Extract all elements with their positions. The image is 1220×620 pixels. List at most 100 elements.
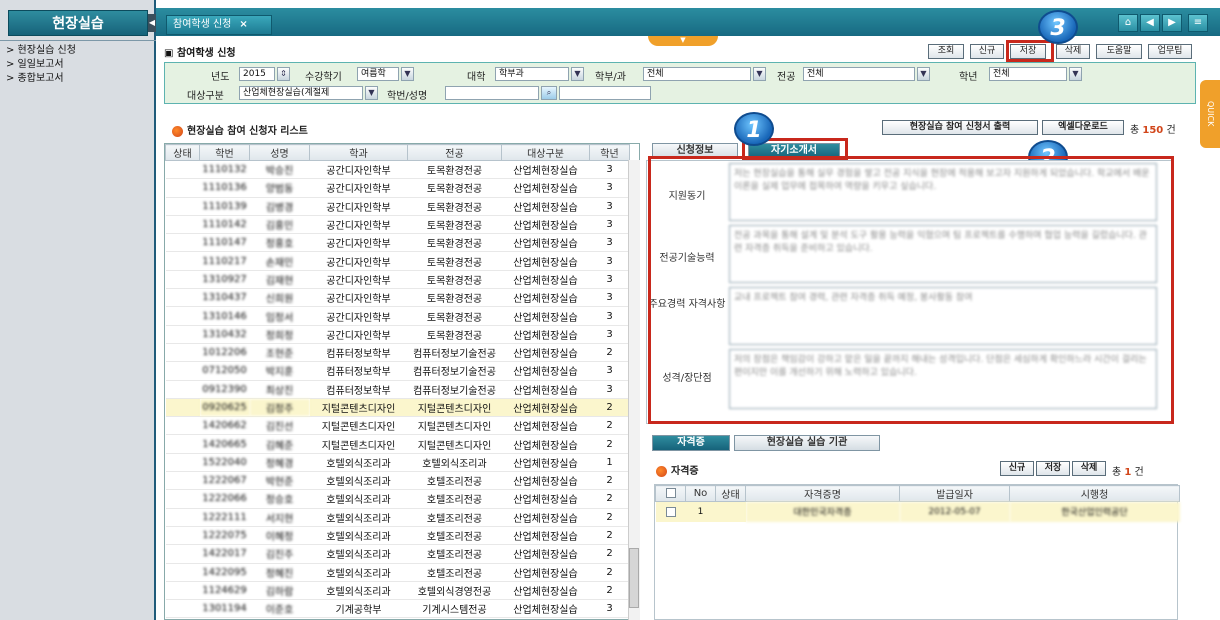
table-cell: 1222067 — [199, 471, 250, 491]
collapse-nav-button[interactable]: ◀ — [148, 14, 156, 32]
table-row[interactable]: 1301194 이준호 기계공학부 기계시스템전공 산업체현장실습 3 — [165, 599, 630, 619]
year-spinner[interactable]: ⇕ — [277, 67, 290, 81]
table-row[interactable]: 1124629 김하람 호텔외식조리과 호텔외식경영전공 산업체현장실습 2 — [165, 581, 630, 601]
year-input[interactable]: 2015 — [239, 67, 275, 81]
college-select[interactable]: 학부과 — [495, 67, 569, 81]
tab-training-org[interactable]: 현장실습 실습 기관 — [734, 435, 880, 451]
dept-dropdown-icon[interactable]: ▼ — [753, 67, 766, 81]
table-row[interactable]: 1310146 임정서 공간디자인학부 토목환경전공 산업체현장실습 3 — [165, 306, 630, 326]
table-row[interactable]: 1110147 정홍호 공간디자인학부 토목환경전공 산업체현장실습 3 — [165, 233, 630, 253]
table-row[interactable]: 1222075 이혜정 호텔외식조리과 호텔조리전공 산업체현장실습 2 — [165, 526, 630, 546]
list-total: 총 150 건 — [1130, 121, 1176, 136]
nav-item-daily-report[interactable]: > 일일보고서 — [6, 58, 76, 72]
semester-select[interactable]: 여름학 — [357, 67, 399, 81]
select-all-checkbox[interactable] — [665, 488, 676, 498]
table-row[interactable]: 1422095 정혜진 호텔외식조리과 호텔조리전공 산업체현장실습 2 — [165, 563, 630, 582]
cert-delete-button[interactable]: 삭제 — [1072, 461, 1106, 476]
menu-icon[interactable]: ≡ — [1188, 14, 1208, 32]
list-col-header[interactable]: 학과 — [309, 144, 408, 161]
quick-menu-tab[interactable]: QUICK — [1200, 80, 1220, 148]
cert-col-header[interactable]: 시행청 — [1009, 485, 1180, 502]
table-cell: 산업체현장실습 — [501, 288, 590, 308]
help-button[interactable]: 도움말 — [1096, 44, 1142, 59]
close-tab-icon[interactable]: × — [239, 19, 247, 30]
table-cell — [165, 233, 200, 253]
prev-arrow-icon[interactable]: ◀ — [1140, 14, 1160, 32]
delete-button[interactable]: 삭제 — [1056, 44, 1090, 59]
student-name-input[interactable] — [559, 86, 651, 100]
cert-col-header[interactable]: No — [685, 485, 716, 502]
table-row[interactable]: 1 대한민국자격증 2012-05-07 한국산업인력공단 — [655, 501, 1180, 522]
print-application-button[interactable]: 현장실습 참여 신청서 출력 — [882, 120, 1038, 135]
grade-select[interactable]: 전체 — [989, 67, 1067, 81]
list-col-header[interactable]: 전공 — [407, 144, 502, 161]
list-col-header[interactable]: 성명 — [249, 144, 310, 161]
student-input[interactable] — [445, 86, 539, 100]
table-row[interactable]: 0712050 박지훈 컴퓨터정보학부 컴퓨터정보기술전공 산업체현장실습 3 — [165, 361, 630, 381]
tips-button[interactable]: 업무팁 — [1148, 44, 1192, 59]
table-row[interactable]: 1420662 김진선 지털콘텐츠디자인 지털콘텐츠디자인 산업체현장실습 2 — [165, 416, 630, 436]
expand-handle[interactable]: ▼ — [648, 36, 718, 46]
table-cell: 컴퓨터정보기술전공 — [407, 361, 502, 381]
dept-label: 학부/과 — [595, 72, 626, 83]
target-select[interactable]: 산업체현장실습(계절제 — [239, 86, 363, 100]
table-row[interactable]: 1420665 김혜준 지털콘텐츠디자인 지털콘텐츠디자인 산업체현장실습 2 — [165, 434, 630, 454]
table-row[interactable]: 0920625 김정주 지털콘텐츠디자인 지털콘텐츠디자인 산업체현장실습 2 — [165, 398, 630, 418]
table-row[interactable]: 1222067 박현준 호텔외식조리과 호텔조리전공 산업체현장실습 2 — [165, 471, 630, 491]
table-row[interactable]: 1522040 정혜경 호텔외식조리과 호텔외식조리과 산업체현장실습 1 — [165, 453, 630, 473]
table-row[interactable]: 1110139 김병경 공간디자인학부 토목환경전공 산업체현장실습 3 — [165, 197, 630, 216]
table-cell — [165, 416, 200, 436]
table-row[interactable]: 1110142 김홍민 공간디자인학부 토목환경전공 산업체현장실습 3 — [165, 215, 630, 235]
excel-download-button[interactable]: 엑셀다운로드 — [1042, 120, 1124, 135]
major-select[interactable]: 전체 — [803, 67, 915, 81]
table-cell — [165, 361, 200, 381]
dept-select[interactable]: 전체 — [643, 67, 751, 81]
section-bullet-icon — [656, 465, 667, 477]
cert-new-button[interactable]: 신규 — [1000, 461, 1034, 476]
table-row[interactable]: 1012206 조현준 컴퓨터정보학부 컴퓨터정보기술전공 산업체현장실습 2 — [165, 343, 630, 363]
row-checkbox[interactable] — [665, 506, 676, 517]
college-dropdown-icon[interactable]: ▼ — [571, 67, 584, 81]
table-row[interactable]: 1310927 김재현 공간디자인학부 토목환경전공 산업체현장실습 3 — [165, 270, 630, 290]
major-dropdown-icon[interactable]: ▼ — [917, 67, 930, 81]
table-row[interactable]: 1222111 서지현 호텔외식조리과 호텔조리전공 산업체현장실습 2 — [165, 508, 630, 527]
search-icon[interactable]: ⌕ — [541, 86, 557, 100]
list-col-header[interactable]: 대상구분 — [501, 144, 590, 161]
home-icon[interactable]: ⌂ — [1118, 14, 1138, 32]
new-button[interactable]: 신규 — [970, 44, 1004, 59]
list-title: 현장실습 참여 신청자 리스트 — [172, 122, 308, 137]
nav-item-summary-report[interactable]: > 종합보고서 — [6, 72, 76, 86]
nav-item-apply[interactable]: > 현장실습 신청 — [6, 44, 76, 58]
list-scroll-thumb[interactable] — [629, 548, 639, 608]
table-row[interactable]: 1222066 정승호 호텔외식조리과 호텔조리전공 산업체현장실습 2 — [165, 489, 630, 509]
table-row[interactable]: 1422017 김진주 호텔외식조리과 호텔조리전공 산업체현장실습 2 — [165, 544, 630, 564]
table-row[interactable]: 1110217 손재민 공간디자인학부 토목환경전공 산업체현장실습 3 — [165, 251, 630, 271]
list-col-header[interactable]: 학년 — [589, 144, 630, 161]
next-arrow-icon[interactable]: ▶ — [1162, 14, 1182, 32]
tab-certificate[interactable]: 자격증 — [652, 435, 730, 451]
table-row[interactable]: 1110132 박승진 공간디자인학부 토목환경전공 산업체현장실습 3 — [165, 160, 630, 180]
search-button[interactable]: 조회 — [928, 44, 964, 59]
table-row[interactable]: 1310437 신희원 공간디자인학부 토목환경전공 산업체현장실습 3 — [165, 288, 630, 308]
table-cell: 산업체현장실습 — [501, 563, 590, 582]
table-row[interactable]: 1110136 양범동 공간디자인학부 토목환경전공 산업체현장실습 3 — [165, 178, 630, 198]
table-cell: 토목환경전공 — [407, 251, 502, 271]
table-cell: 공간디자인학부 — [309, 251, 408, 271]
table-cell: 산업체현장실습 — [501, 343, 590, 363]
cert-save-button[interactable]: 저장 — [1036, 461, 1070, 476]
list-col-header[interactable]: 상태 — [165, 144, 200, 161]
cert-col-header[interactable]: 상태 — [715, 485, 746, 502]
cert-select-all-header[interactable] — [655, 485, 686, 502]
table-cell: 1222111 — [199, 508, 250, 527]
table-row[interactable]: 1310432 정희정 공간디자인학부 토목환경전공 산업체현장실습 3 — [165, 325, 630, 344]
cert-col-header[interactable]: 자격증명 — [745, 485, 900, 502]
table-row[interactable]: 0912390 최상진 컴퓨터정보학부 컴퓨터정보기술전공 산업체현장실습 3 — [165, 380, 630, 399]
cert-col-header[interactable]: 발급일자 — [899, 485, 1010, 502]
grade-dropdown-icon[interactable]: ▼ — [1069, 67, 1082, 81]
target-dropdown-icon[interactable]: ▼ — [365, 86, 378, 100]
semester-dropdown-icon[interactable]: ▼ — [401, 67, 414, 81]
tab-participant-apply[interactable]: 참여학생 신청 × — [166, 15, 272, 35]
table-cell: 호텔조리전공 — [407, 563, 502, 582]
table-cell: 산업체현장실습 — [501, 544, 590, 564]
list-col-header[interactable]: 학번 — [199, 144, 250, 161]
